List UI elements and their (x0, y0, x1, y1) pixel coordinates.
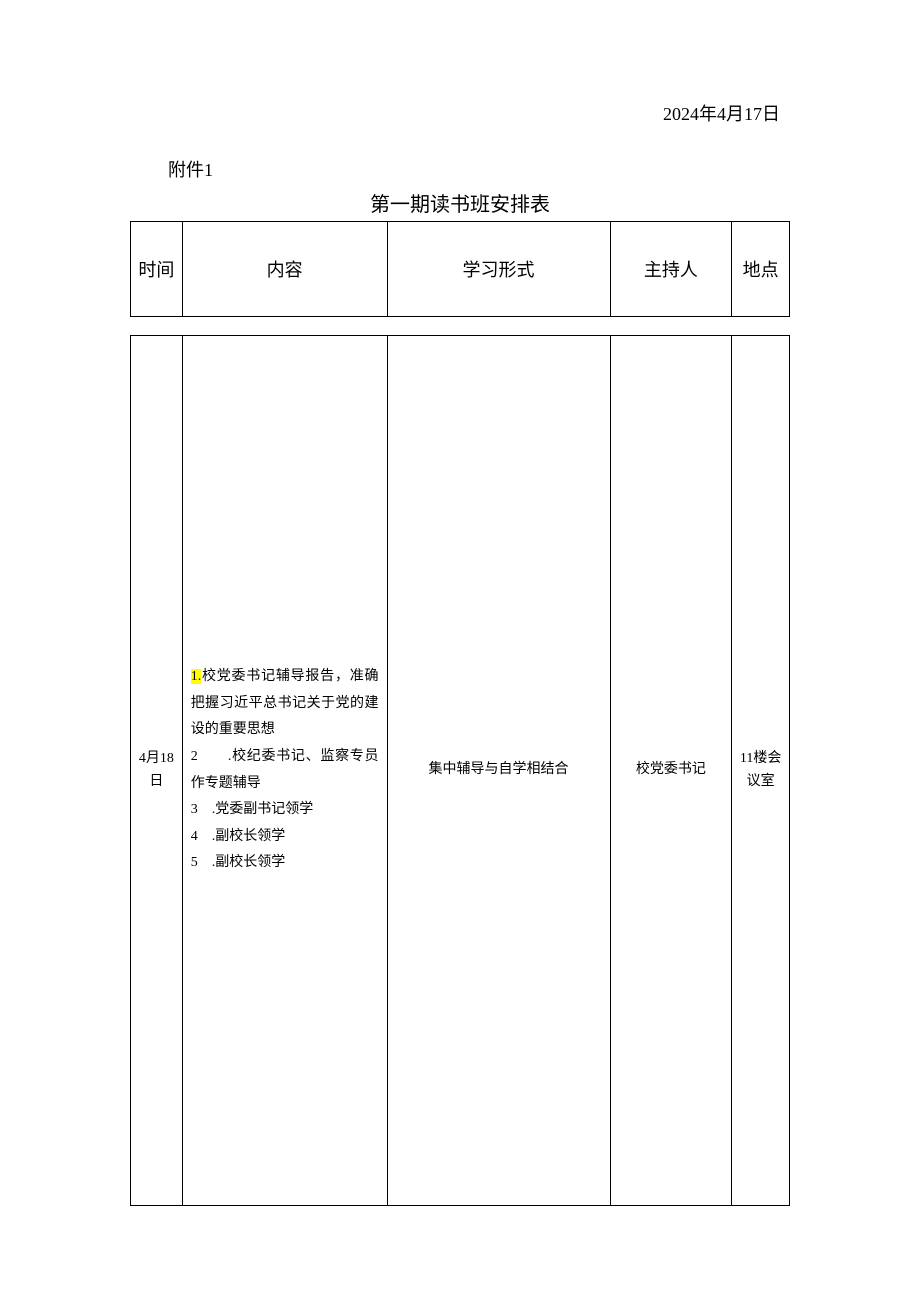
content-item-2: 2 .校纪委书记、监察专员作专题辅导 (191, 744, 379, 797)
header-format: 学习形式 (387, 222, 610, 317)
cell-host: 校党委书记 (610, 336, 732, 1206)
cell-location: 11楼会议室 (732, 336, 790, 1206)
header-content: 内容 (182, 222, 387, 317)
content-item-5: 5 .副校长领学 (191, 850, 379, 877)
highlight-marker: 1. (191, 669, 202, 684)
table-row: 4月18日 1.校党委书记辅导报告，准确把握习近平总书记关于党的建设的重要思想 … (131, 336, 790, 1206)
body-table: 4月18日 1.校党委书记辅导报告，准确把握习近平总书记关于党的建设的重要思想 … (130, 335, 790, 1206)
attachment-label: 附件1 (168, 156, 790, 182)
content-item-1-text: 校党委书记辅导报告，准确把握习近平总书记关于党的建设的重要思想 (191, 669, 379, 737)
table-title: 第一期读书班安排表 (130, 188, 790, 217)
content-list: 1.校党委书记辅导报告，准确把握习近平总书记关于党的建设的重要思想 2 .校纪委… (191, 664, 379, 877)
header-location: 地点 (732, 222, 790, 317)
header-time: 时间 (131, 222, 183, 317)
header-table: 时间 内容 学习形式 主持人 地点 (130, 221, 790, 317)
content-item-3: 3 .党委副书记领学 (191, 797, 379, 824)
document-page: 2024年4月17日 附件1 第一期读书班安排表 时间 内容 学习形式 主持人 … (0, 0, 920, 1206)
header-host: 主持人 (610, 222, 732, 317)
document-date: 2024年4月17日 (130, 100, 790, 126)
content-item-4: 4 .副校长领学 (191, 824, 379, 851)
cell-format: 集中辅导与自学相结合 (387, 336, 610, 1206)
cell-content: 1.校党委书记辅导报告，准确把握习近平总书记关于党的建设的重要思想 2 .校纪委… (182, 336, 387, 1206)
header-row: 时间 内容 学习形式 主持人 地点 (131, 222, 790, 317)
cell-time: 4月18日 (131, 336, 183, 1206)
content-item-1: 1.校党委书记辅导报告，准确把握习近平总书记关于党的建设的重要思想 (191, 664, 379, 744)
